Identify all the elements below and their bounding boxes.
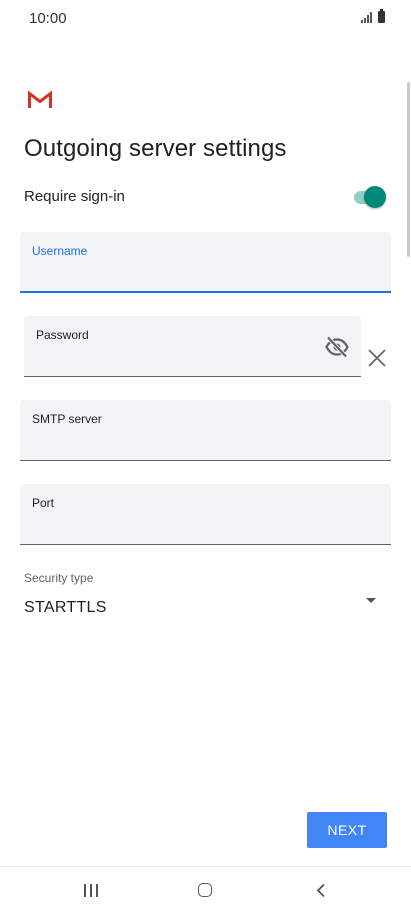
port-label: Port xyxy=(32,496,55,510)
port-field[interactable]: Port xyxy=(20,484,391,545)
status-icons xyxy=(361,9,385,23)
scroll-indicator[interactable] xyxy=(407,82,410,257)
gmail-logo xyxy=(28,91,52,108)
signal-icon xyxy=(361,11,372,23)
back-icon[interactable] xyxy=(315,883,327,898)
require-signin-toggle[interactable] xyxy=(352,186,386,208)
username-field[interactable]: Username xyxy=(20,232,391,293)
require-signin-label: Require sign-in xyxy=(24,188,125,205)
toggle-thumb xyxy=(364,186,386,208)
recents-icon[interactable] xyxy=(84,884,98,897)
password-field[interactable]: Password xyxy=(24,316,361,377)
security-type-select[interactable]: STARTTLS xyxy=(24,599,107,617)
smtp-server-field[interactable]: SMTP server xyxy=(20,400,391,461)
navigation-bar xyxy=(0,867,411,914)
next-button[interactable]: NEXT xyxy=(307,812,387,848)
status-bar: 10:00 xyxy=(0,0,411,36)
eye-off-icon[interactable] xyxy=(325,336,349,358)
home-icon[interactable] xyxy=(198,883,212,897)
status-time: 10:00 xyxy=(29,10,67,27)
require-signin-row: Require sign-in xyxy=(24,184,386,210)
page-title: Outgoing server settings xyxy=(24,135,287,162)
dropdown-arrow-icon[interactable] xyxy=(366,598,376,603)
username-label: Username xyxy=(32,244,88,258)
password-label: Password xyxy=(36,328,89,342)
security-type-label: Security type xyxy=(24,571,94,585)
battery-icon xyxy=(378,9,385,23)
smtp-server-label: SMTP server xyxy=(32,412,102,426)
close-icon[interactable] xyxy=(366,347,388,369)
